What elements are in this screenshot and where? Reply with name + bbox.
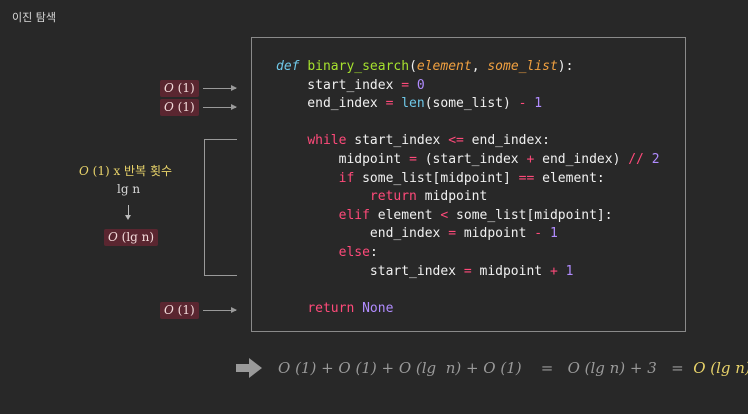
loop-count-lgn: lg n: [117, 182, 141, 196]
badge-o: O: [164, 100, 174, 114]
code-line: else:: [338, 244, 378, 260]
loop-bracket: [204, 139, 237, 276]
badge-rest: (lg n): [117, 230, 155, 244]
badge-o: O: [164, 81, 174, 95]
code-line: end_index = midpoint - 1: [276, 226, 558, 242]
complexity-badge-return: O (1): [160, 302, 199, 319]
badge-rest: (1): [173, 303, 195, 317]
code-line: def binary_search(element, some_list):: [276, 59, 574, 74]
formula-text: O (1) + O (1) + O (lg n) + O (1) = O (lg…: [278, 359, 694, 377]
arrow-right-icon: [203, 307, 237, 313]
badge-o: O: [164, 303, 174, 317]
code-line: end_index = len(some_list) - 1: [276, 96, 543, 112]
code-line: elif element < some_list[midpoint]:: [338, 207, 613, 223]
formula-result: O (lg n): [693, 359, 748, 377]
code-line: while start_index <= end_index:: [307, 133, 550, 149]
code-line: if some_list[midpoint] == element:: [338, 170, 605, 186]
complexity-formula: O (1) + O (1) + O (lg n) + O (1) = O (lg…: [236, 356, 748, 380]
complexity-badge-start-index: O (1): [160, 80, 199, 97]
label-rest: (1) x 반복 횟수: [88, 164, 173, 178]
complexity-badge-end-index: O (1): [160, 99, 199, 116]
code-line: midpoint = (start_index + end_index) // …: [276, 151, 660, 167]
badge-rest: (1): [173, 81, 195, 95]
badge-o: O: [108, 230, 118, 244]
code-line: return None: [307, 300, 394, 316]
arrow-down-icon: [125, 205, 131, 220]
code-line: start_index = midpoint + 1: [276, 263, 574, 279]
loop-complexity-label: O (1) x 반복 횟수: [79, 162, 172, 179]
label-o: O: [79, 164, 89, 178]
arrow-right-icon: [203, 104, 237, 110]
complexity-badge-loop: O (lg n): [104, 229, 159, 246]
badge-rest: (1): [173, 100, 195, 114]
page-title: 이진 탐색: [12, 11, 56, 24]
code-line: start_index = 0: [276, 77, 425, 93]
code-line: return midpoint: [369, 189, 488, 205]
code-block: def binary_search(element, some_list): s…: [276, 58, 660, 318]
big-arrow-right-icon: [236, 358, 262, 378]
arrow-right-icon: [203, 85, 237, 91]
